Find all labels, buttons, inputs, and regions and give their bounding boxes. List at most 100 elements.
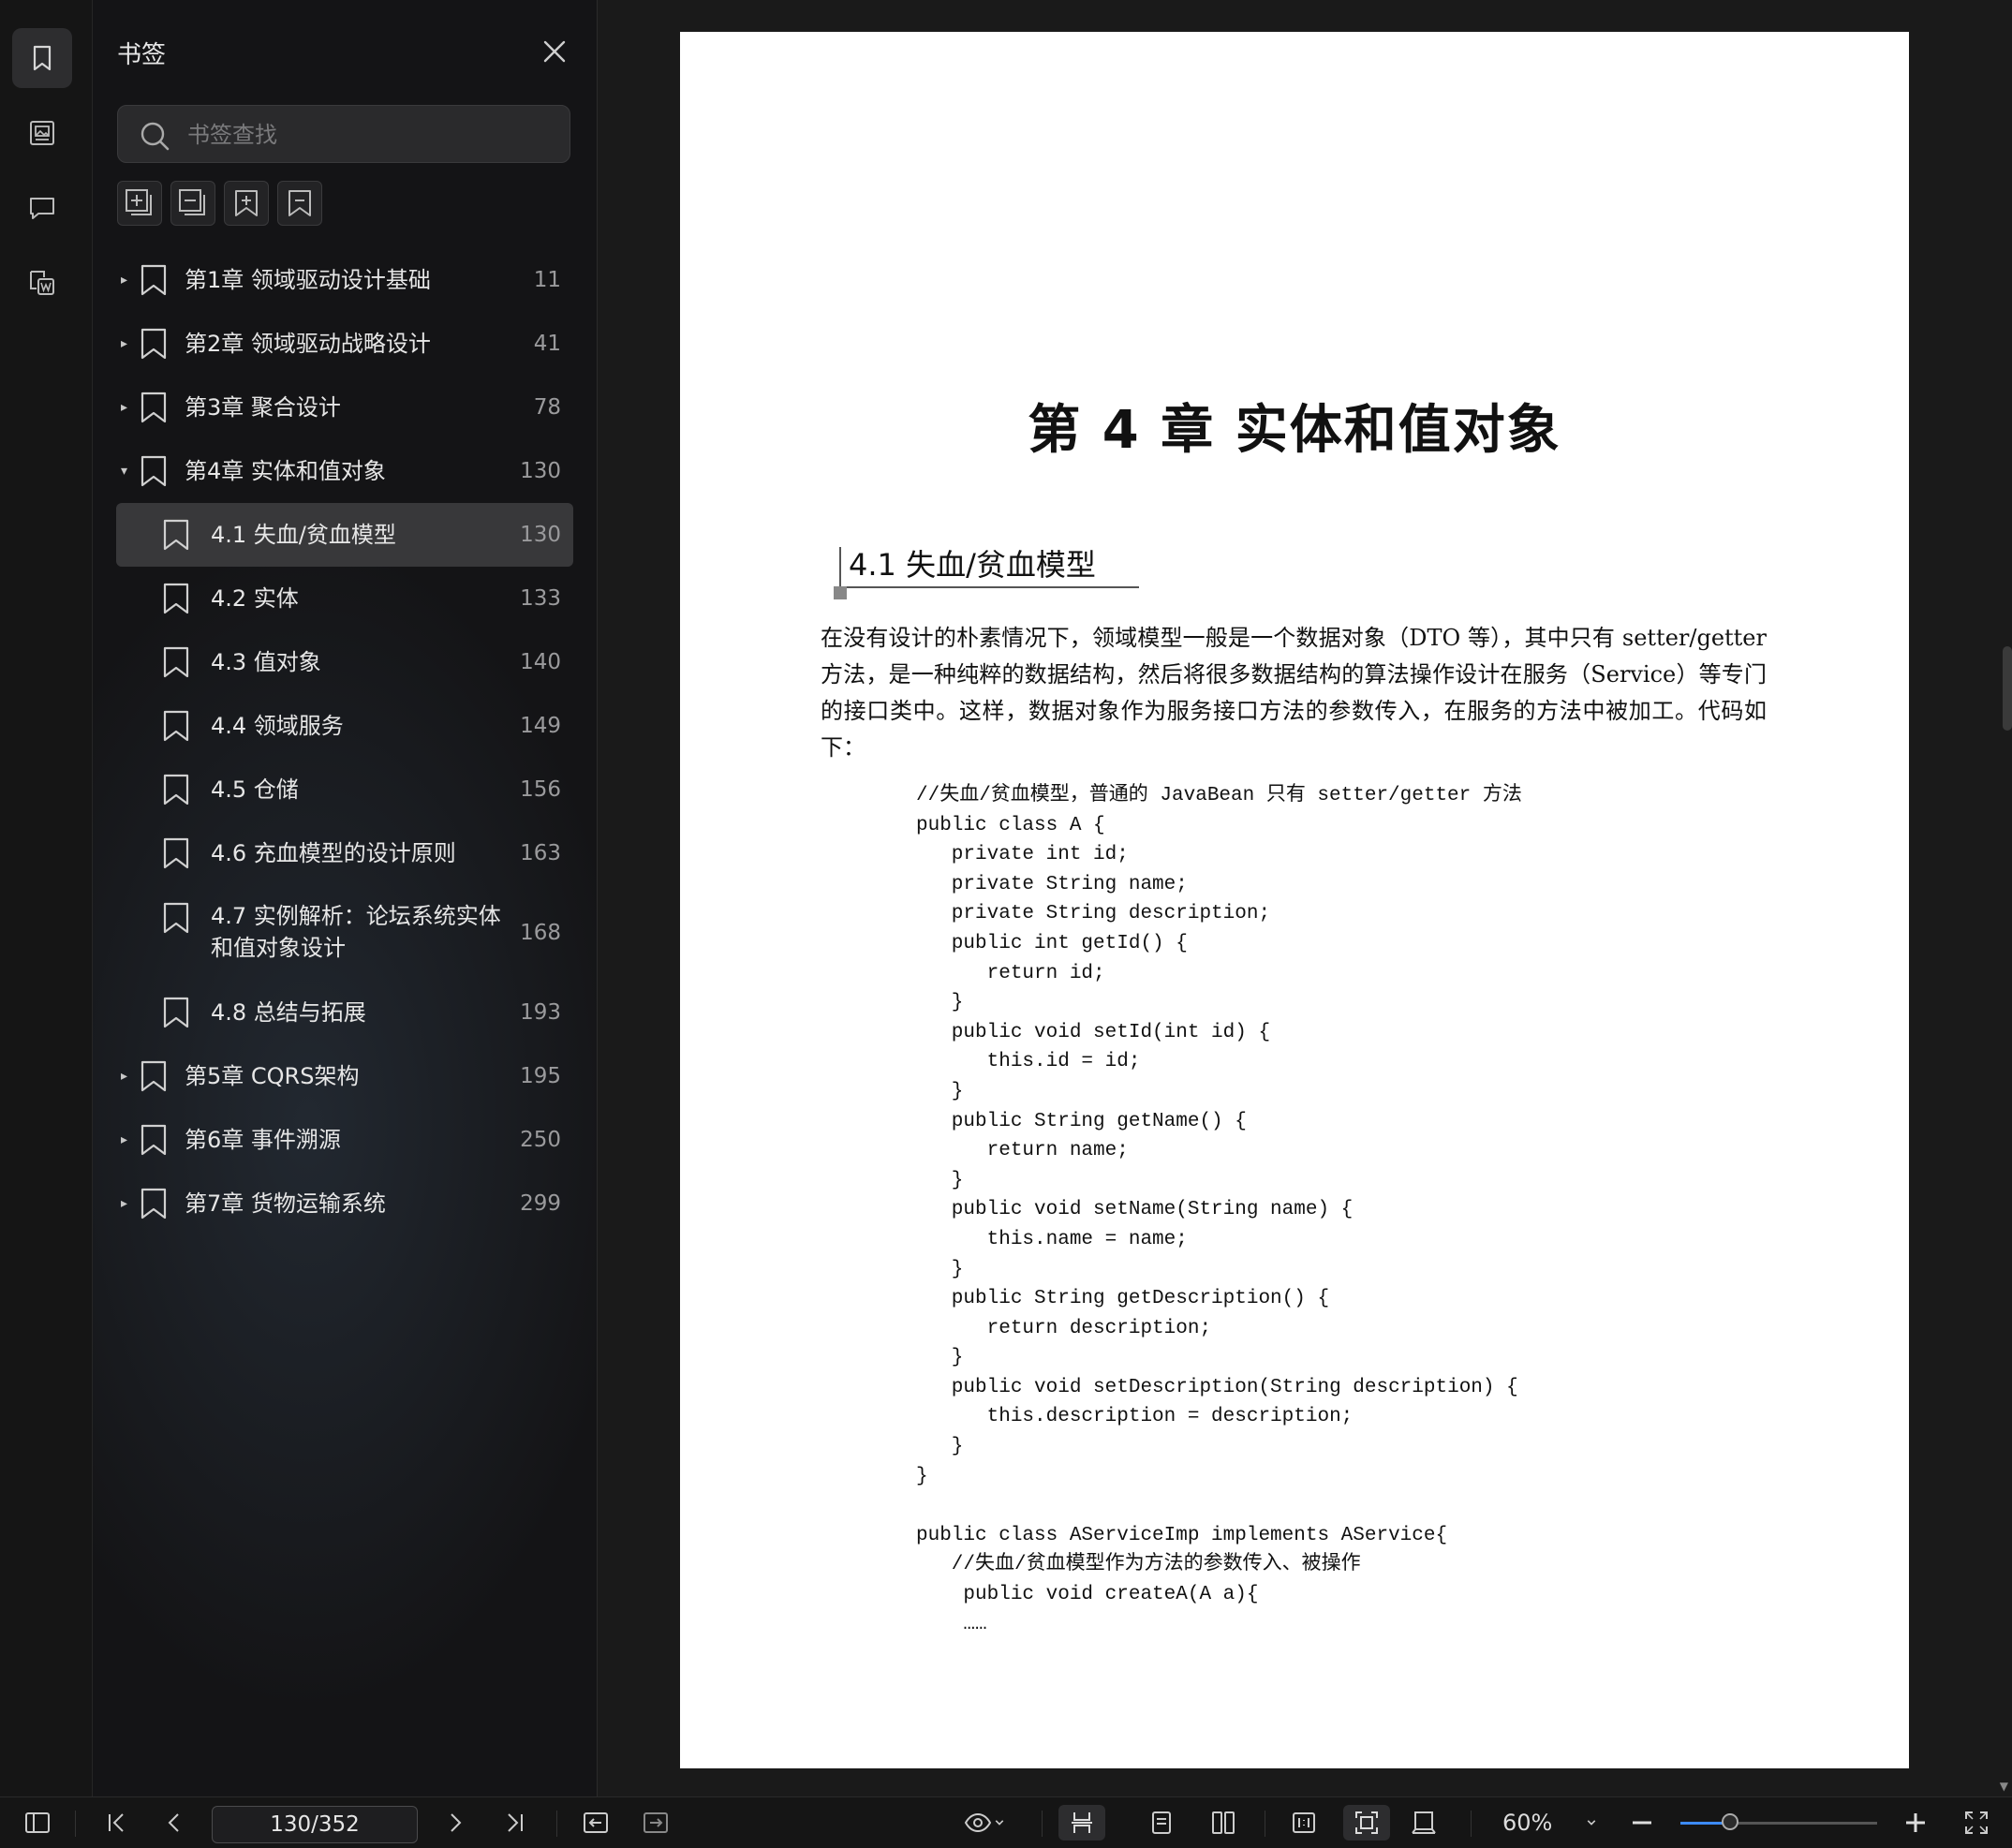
bookmark-page-number: 130 [520,459,561,483]
bookmark-icon [141,1124,167,1156]
bookmark-page-number: 41 [533,332,561,356]
separator [1471,1811,1472,1837]
separator [75,1811,76,1837]
bookmark-section-item[interactable]: 4.6 充血模型的设计原则 163 [93,821,597,885]
image-icon [30,121,54,145]
bookmark-page-number: 78 [533,395,561,420]
fullscreen-button[interactable] [1958,1805,1995,1841]
heading-rule [839,586,1139,588]
next-page-button[interactable] [436,1805,474,1841]
vertical-scrollbar[interactable] [2003,646,2012,731]
last-page-button[interactable] [496,1805,534,1841]
thumbnails-panel-button[interactable] [12,103,72,163]
zoom-out-button[interactable] [1626,1805,1658,1841]
bookmark-panel: 书签 ▸ 第1章 领域驱动设计基础 11 ▸ 第2章 领域驱动战略设计 41 ▸ 第3章 聚合… [93,0,598,1796]
toggle-sidebar-button[interactable] [19,1805,56,1841]
bookmark-chapter-item[interactable]: ▸ 第6章 事件溯源 250 [93,1108,597,1172]
scroll-down-arrow-icon[interactable]: ▼ [2000,1780,2008,1793]
two-page-button[interactable] [1203,1805,1244,1841]
caret-right-icon[interactable]: ▸ [121,1069,127,1084]
collapse-all-icon [179,189,205,215]
left-icon-rail [0,0,93,1796]
bookmark-page-number: 130 [520,523,561,547]
chevron-right-icon [451,1813,462,1832]
add-bookmark-button[interactable] [224,181,269,226]
document-viewer[interactable]: 第 4 章 实体和值对象 4.1 失血/贫血模型 在没有设计的朴素情况下，领域模… [598,0,2012,1796]
go-back-button[interactable] [577,1805,614,1841]
chapter-title: 第 4 章 实体和值对象 [1028,400,1561,461]
chevron-down-icon [995,1820,1004,1826]
zoom-slider-handle[interactable] [1721,1813,1738,1830]
bookmark-search-input[interactable] [185,106,555,164]
actual-size-button[interactable] [1283,1805,1324,1841]
bookmark-section-item[interactable]: 4.8 总结与拓展 193 [93,981,597,1044]
caret-right-icon[interactable]: ▸ [121,1196,127,1211]
fit-page-button[interactable] [1343,1805,1390,1841]
delete-bookmark-button[interactable] [277,181,322,226]
close-icon[interactable] [540,37,569,66]
bookmark-page-number: 140 [520,650,561,674]
zoom-in-button[interactable] [1900,1805,1931,1841]
previous-page-button[interactable] [155,1805,193,1841]
bookmark-chapter-item[interactable]: ▸ 第3章 聚合设计 78 [93,376,597,439]
bookmark-chapter-item[interactable]: ▾ 第4章 实体和值对象 130 [93,439,597,503]
minus-icon [1633,1821,1651,1825]
bookmark-label: 第4章 实体和值对象 [185,458,386,484]
bookmark-chapter-item[interactable]: ▸ 第2章 领域驱动战略设计 41 [93,312,597,376]
heading-marker [834,586,847,599]
delete-bookmark-icon [288,190,311,216]
bookmark-label: 4.6 充血模型的设计原则 [211,840,456,866]
convert-to-word-button[interactable] [12,253,72,313]
bookmark-label: 第5章 CQRS架构 [185,1063,360,1089]
plus-icon [1906,1813,1925,1832]
caret-down-icon[interactable]: ▾ [121,464,127,479]
bookmark-page-number: 250 [520,1128,561,1152]
forward-arrow-icon [644,1812,668,1833]
zoom-slider[interactable] [1680,1813,1877,1830]
bookmark-chapter-item[interactable]: ▸ 第7章 货物运输系统 299 [93,1172,597,1235]
comment-icon [30,198,54,219]
two-page-icon [1212,1811,1235,1834]
bookmark-section-item[interactable]: 4.7 实例解析：论坛系统实体和值对象设计 168 [93,885,597,981]
caret-right-icon[interactable]: ▸ [121,273,127,288]
first-page-button[interactable] [97,1805,135,1841]
bookmark-icon [163,997,189,1028]
bookmark-page-number: 195 [520,1064,561,1088]
fullscreen-icon [1965,1811,1988,1834]
bookmark-icon [163,837,189,869]
bookmark-chapter-item[interactable]: ▸ 第5章 CQRS架构 195 [93,1044,597,1108]
caret-right-icon[interactable]: ▸ [121,1132,127,1147]
fit-width-icon [1412,1811,1436,1834]
fit-width-button[interactable] [1403,1805,1444,1841]
single-page-button[interactable] [1141,1805,1182,1841]
bookmark-label: 4.2 实体 [211,585,299,612]
actual-size-icon [1293,1812,1315,1833]
bookmark-section-item[interactable]: 4.2 实体 133 [93,567,597,630]
bookmark-page-number: 168 [520,921,561,945]
expand-all-button[interactable] [117,181,162,226]
zoom-level[interactable]: 60% [1502,1797,1552,1848]
view-mode-dropdown[interactable] [957,1805,1013,1841]
collapse-all-button[interactable] [170,181,215,226]
go-forward-button[interactable] [637,1805,674,1841]
bookmark-section-item[interactable]: 4.4 领域服务 149 [93,694,597,758]
bookmarks-panel-button[interactable] [12,28,72,88]
single-page-icon [1152,1811,1171,1834]
caret-right-icon[interactable]: ▸ [121,336,127,351]
back-arrow-icon [584,1812,608,1833]
page-number-input[interactable]: 130/352 [212,1806,418,1843]
bookmark-page-number: 156 [520,777,561,802]
bookmark-icon [163,902,189,934]
bookmark-icon [141,392,167,423]
comments-panel-button[interactable] [12,178,72,238]
bookmark-section-item[interactable]: 4.5 仓储 156 [93,758,597,821]
bookmark-label: 第3章 聚合设计 [185,394,341,421]
bookmark-section-item[interactable]: 4.1 失血/贫血模型 130 [116,503,573,567]
bookmark-icon [141,328,167,360]
bookmark-chapter-item[interactable]: ▸ 第1章 领域驱动设计基础 11 [93,248,597,312]
bookmark-section-item[interactable]: 4.3 值对象 140 [93,630,597,694]
bookmark-icon [163,774,189,806]
continuous-scroll-button[interactable] [1058,1805,1105,1841]
caret-right-icon[interactable]: ▸ [121,400,127,415]
zoom-dropdown[interactable] [1577,1805,1605,1841]
